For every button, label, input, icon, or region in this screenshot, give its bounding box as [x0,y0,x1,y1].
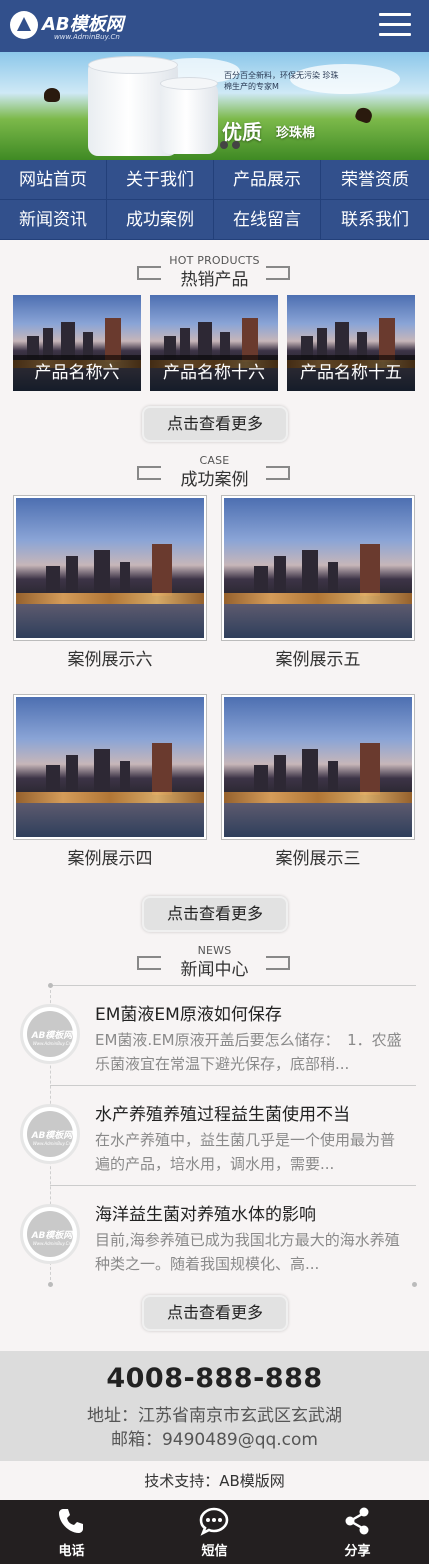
products-more-button[interactable]: 点击查看更多 [142,406,288,442]
bottom-message-label: 短信 [201,1544,228,1559]
case-image [224,498,412,638]
case-card[interactable]: 案例展示五 [221,495,415,675]
contact-section: 4008-888-888 地址：江苏省南京市玄武区玄武湖 邮箱：9490489@… [0,1351,429,1461]
banner-roll-small [160,82,218,154]
bottom-bar: 电话 短信 分享 [0,1500,429,1564]
news-item[interactable]: AB模板网 Www.AdminBuy.Cn EM菌液EM原液如何保存 EM菌液.E… [0,986,429,1086]
product-card[interactable]: 产品名称十五 [287,295,415,391]
product-name: 产品名称十六 [150,355,278,391]
news-title-cn: 新闻中心 [180,960,249,980]
bottom-share-button[interactable]: 分享 [286,1500,429,1564]
news-thumb-logo-text: AB模板网 [31,1231,73,1241]
cases-title-cn: 成功案例 [180,470,249,490]
news-item[interactable]: AB模板网 Www.AdminBuy.Cn 水产养殖养殖过程益生菌使用不当 在水产… [0,1086,429,1186]
news-title[interactable]: 水产养殖养殖过程益生菌使用不当 [95,1100,350,1125]
case-image-frame [13,495,207,641]
product-name: 产品名称十五 [287,355,415,391]
case-name: 案例展示三 [275,849,361,869]
cases-heading: CASE 成功案例 [0,454,429,490]
banner-text: 百分百全新料，环保无污染 珍珠棉生产的专家M [224,71,339,91]
message-icon [199,1507,229,1536]
logo-subtitle: www.AdminBuy.Cn [54,33,120,41]
timeline-dot [412,1282,417,1287]
case-card[interactable]: 案例展示六 [13,495,207,675]
banner-dot[interactable] [232,141,240,149]
contact-address: 地址：江苏省南京市玄武区玄武湖 [87,1406,342,1426]
menu-icon[interactable] [379,12,411,38]
news-thumb-logo-sub: Www.AdminBuy.Cn [32,1141,72,1146]
news-thumb-logo-sub: Www.AdminBuy.Cn [32,1041,72,1046]
butterfly-icon [44,88,60,102]
case-image [224,697,412,837]
news-thumb-logo-text: AB模板网 [31,1031,73,1041]
news-summary: 目前,海参养殖已成为我国北方最大的海水养殖种类之一。随着我国规模化、高... [95,1231,400,1273]
news-heading: NEWS 新闻中心 [0,944,429,980]
product-card[interactable]: 产品名称十六 [150,295,278,391]
case-image-frame [13,694,207,840]
news-thumb-logo: AB模板网 Www.AdminBuy.Cn [30,1128,74,1146]
banner-roll-large-top [88,56,178,74]
case-card[interactable]: 案例展示三 [221,694,415,874]
news-thumb-logo-sub: Www.AdminBuy.Cn [32,1241,72,1246]
bottom-phone-button[interactable]: 电话 [0,1500,143,1564]
share-icon [345,1507,369,1535]
nav-message[interactable]: 在线留言 [214,200,321,240]
banner-subheadline: 珍珠棉 [276,126,316,141]
news-summary: 在水产养殖中，益生菌几乎是一个使用最为普遍的产品，培水用，调水用，需要... [95,1131,396,1173]
case-image-frame [221,495,415,641]
nav-news[interactable]: 新闻资讯 [0,200,107,240]
news-title[interactable]: EM菌液EM原液如何保存 [95,1000,282,1025]
news-thumb-logo: AB模板网 Www.AdminBuy.Cn [30,1028,74,1046]
case-image [16,697,204,837]
bottom-share-label: 分享 [344,1544,371,1559]
phone-icon [59,1509,83,1533]
news-item[interactable]: AB模板网 Www.AdminBuy.Cn 海洋益生菌对养殖水体的影响 目前,海参… [0,1186,429,1286]
news-more-button[interactable]: 点击查看更多 [142,1295,288,1331]
nav-honors[interactable]: 荣誉资质 [321,160,429,200]
tech-support[interactable]: 技术支持：AB模版网 [0,1470,429,1491]
case-card[interactable]: 案例展示四 [13,694,207,874]
product-card[interactable]: 产品名称六 [13,295,141,391]
news-thumb-logo-text: AB模板网 [31,1131,73,1141]
news-title[interactable]: 海洋益生菌对养殖水体的影响 [95,1200,316,1225]
nav-products[interactable]: 产品展示 [214,160,321,200]
news-thumbnail[interactable]: AB模板网 Www.AdminBuy.Cn [20,1104,80,1164]
contact-email: 邮箱：9490489@qq.com [110,1430,318,1450]
case-image-frame [221,694,415,840]
site-logo[interactable]: AB模板网 www.AdminBuy.Cn [10,9,130,43]
butterfly-icon [354,105,374,125]
nav-home[interactable]: 网站首页 [0,160,107,200]
contact-phone[interactable]: 4008-888-888 [0,1363,429,1394]
hot-products-heading: HOT PRODUCTS 热销产品 [0,254,429,290]
logo-mark-icon [10,11,38,39]
case-name: 案例展示五 [275,650,361,670]
bottom-phone-label: 电话 [58,1544,85,1559]
bottom-message-button[interactable]: 短信 [143,1500,286,1564]
news-thumbnail[interactable]: AB模板网 Www.AdminBuy.Cn [20,1204,80,1264]
timeline-dot [48,1282,53,1287]
nav-cases[interactable]: 成功案例 [107,200,214,240]
main-nav: 网站首页 关于我们 产品展示 荣誉资质 新闻资讯 成功案例 在线留言 联系我们 [0,160,429,240]
case-name: 案例展示四 [67,849,153,869]
nav-about[interactable]: 关于我们 [107,160,214,200]
case-image [16,498,204,638]
banner[interactable]: 百分百全新料，环保无污染 珍珠棉生产的专家M 优质 珍珠棉 [0,52,429,160]
header: AB模板网 www.AdminBuy.Cn [0,0,429,52]
news-summary: EM菌液.EM原液开盖后要怎么储存： 1．农盛乐菌液宜在常温下避光保存，底部稍.… [95,1031,402,1073]
banner-roll-small-top [160,77,218,90]
hot-products-title-cn: 热销产品 [180,270,249,290]
banner-dot[interactable] [220,141,228,149]
case-name: 案例展示六 [67,650,153,670]
product-name: 产品名称六 [13,355,141,391]
banner-headline: 优质 [222,120,262,144]
nav-contact[interactable]: 联系我们 [321,200,429,240]
news-thumb-logo: AB模板网 Www.AdminBuy.Cn [30,1228,74,1246]
cases-more-button[interactable]: 点击查看更多 [142,896,288,932]
news-thumbnail[interactable]: AB模板网 Www.AdminBuy.Cn [20,1004,80,1064]
